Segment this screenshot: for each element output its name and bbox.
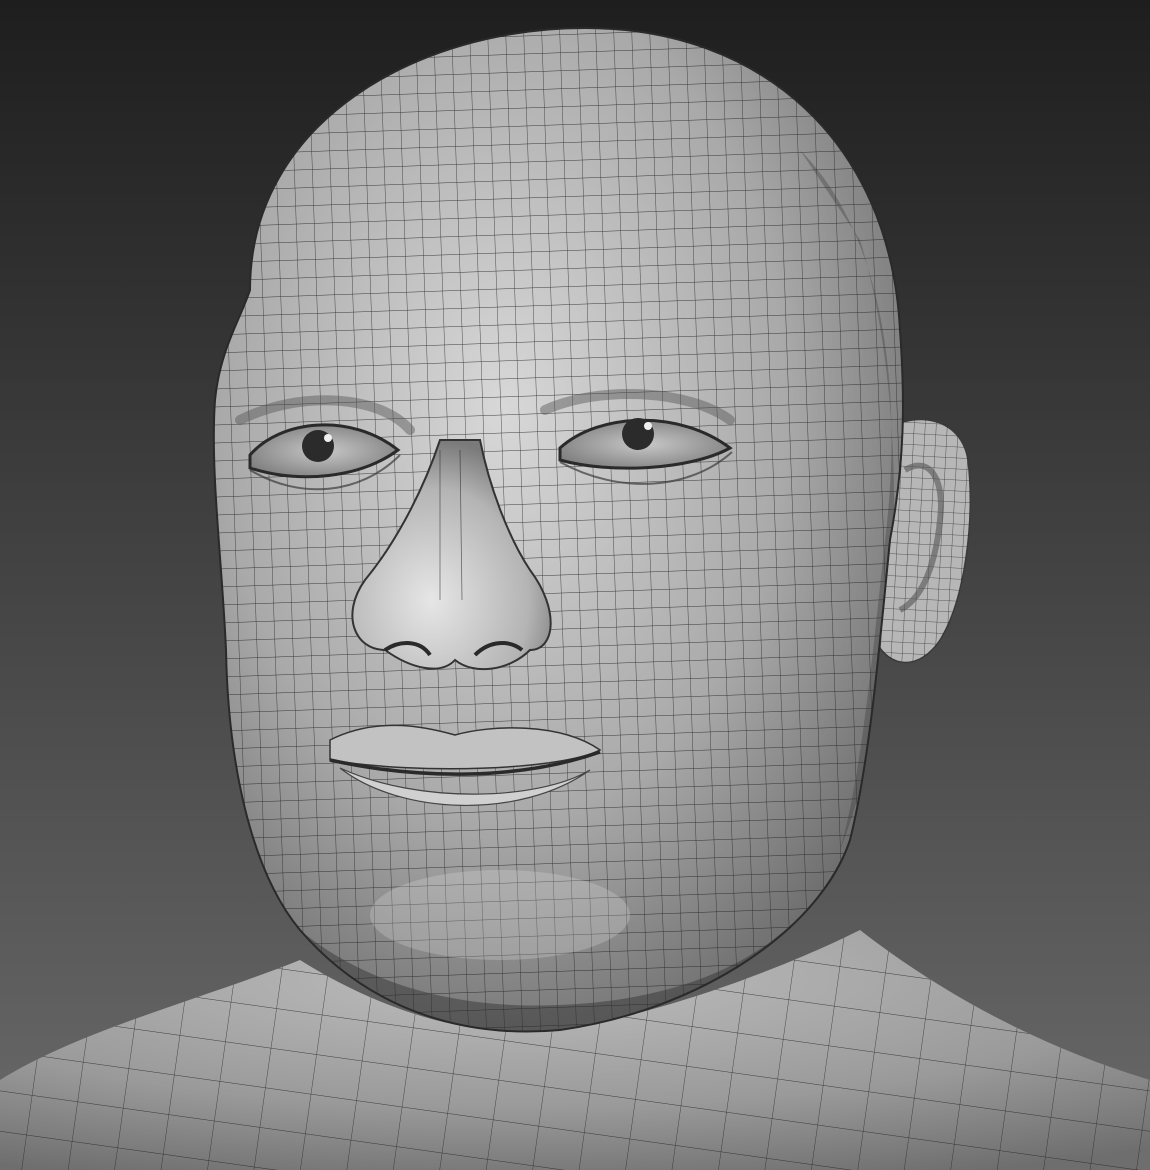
viewport-3d[interactable]: [0, 0, 1150, 1170]
chin: [370, 870, 630, 960]
head-render: [0, 0, 1150, 1170]
